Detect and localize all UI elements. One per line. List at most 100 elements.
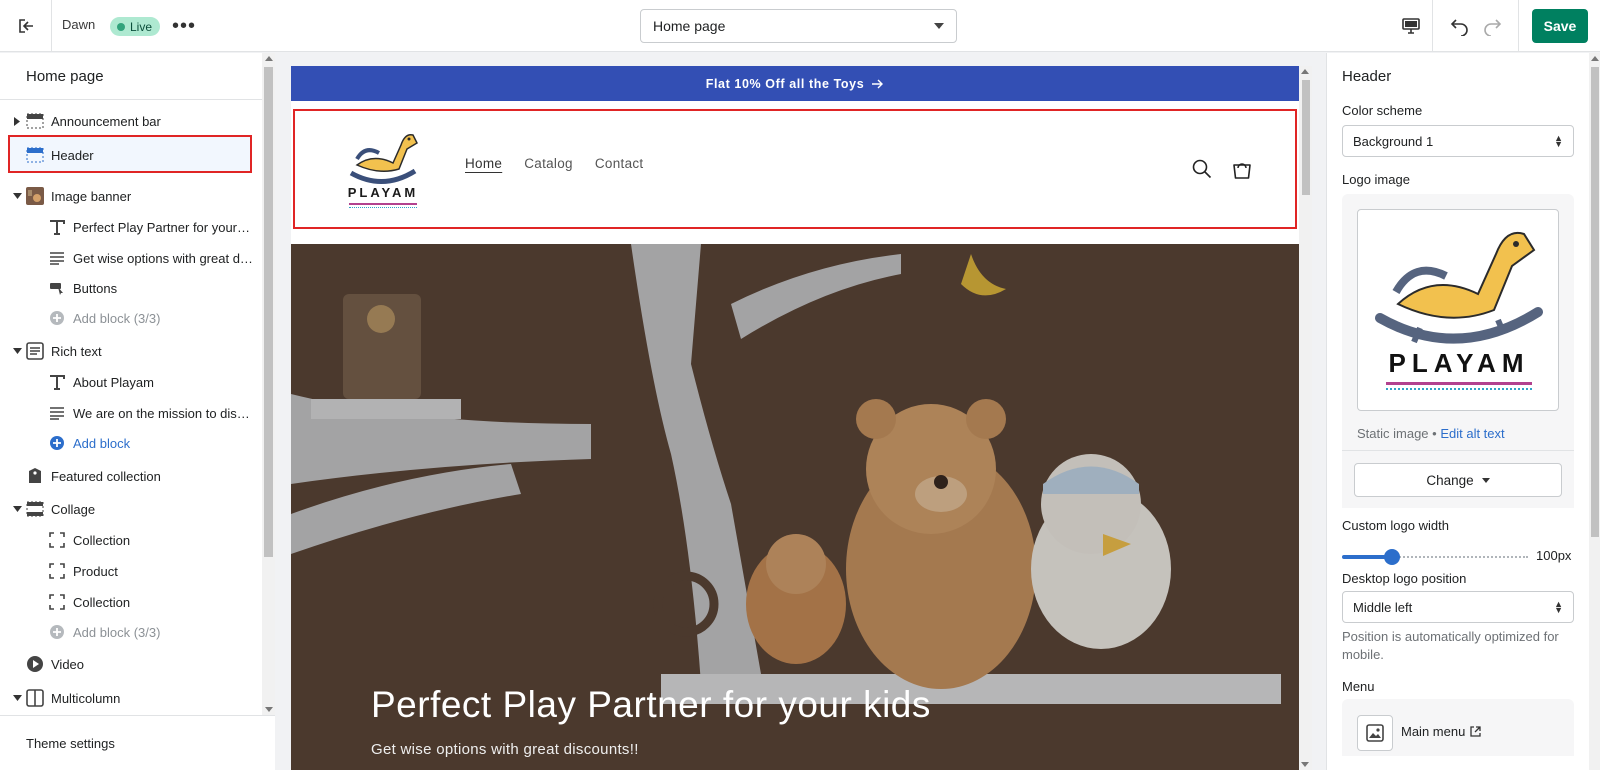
arrow-right-icon	[872, 79, 884, 88]
section-collage[interactable]: Collage	[0, 494, 262, 524]
chevron-down-icon[interactable]	[12, 693, 22, 703]
scroll-up-icon[interactable]	[1591, 56, 1599, 61]
logo-image-card: PLAYAM Static image • Edit alt text Chan…	[1342, 194, 1574, 508]
scroll-up-icon[interactable]	[265, 56, 273, 61]
store-logo[interactable]: PLAYAM	[343, 123, 423, 211]
block-subheading[interactable]: Get wise options with great di...	[0, 243, 262, 273]
save-button[interactable]: Save	[1532, 9, 1588, 43]
nav-link-home[interactable]: Home	[465, 156, 502, 171]
chevron-down-icon[interactable]	[12, 191, 22, 201]
theme-name: Dawn	[62, 17, 96, 32]
sections-scrollbar[interactable]	[262, 53, 275, 715]
add-block-label: Add block (3/3)	[73, 624, 161, 640]
page-selector-value: Home page	[653, 18, 726, 34]
block-label: Perfect Play Partner for your k...	[73, 219, 253, 235]
search-icon	[1192, 159, 1212, 179]
section-announcement-bar[interactable]: Announcement bar	[0, 106, 262, 136]
section-multicolumn[interactable]: Multicolumn	[0, 683, 262, 713]
play-circle-icon	[26, 655, 44, 673]
block-text[interactable]: We are on the mission to disc...	[0, 398, 262, 428]
scrollbar-thumb[interactable]	[1302, 80, 1310, 195]
logo-width-slider[interactable]	[1342, 549, 1528, 565]
banner-heading: Perfect Play Partner for your kids	[371, 684, 931, 725]
section-image-banner[interactable]: Image banner	[0, 181, 262, 211]
slider-track-rest	[1392, 556, 1528, 558]
logo-wordmark: PLAYAM	[1388, 348, 1530, 378]
chevron-down-icon[interactable]	[12, 346, 22, 356]
cart-icon	[1233, 163, 1251, 179]
theme-settings-link[interactable]: Theme settings	[0, 715, 275, 770]
select-arrows-icon: ▲ ▼	[1554, 599, 1563, 615]
color-scheme-value: Background 1	[1353, 133, 1434, 149]
sections-panel: Home page Announcement bar Header Image …	[0, 53, 275, 770]
desktop-logo-position-select[interactable]: Middle left ▲ ▼	[1342, 591, 1574, 623]
header-section-icon	[26, 146, 44, 164]
settings-scrollbar[interactable]	[1589, 53, 1600, 770]
slider-thumb[interactable]	[1384, 549, 1401, 565]
undo-icon	[1450, 19, 1468, 36]
add-block-button[interactable]: Add block	[0, 428, 262, 458]
collage-icon	[26, 500, 44, 518]
image-banner[interactable]: Perfect Play Partner for your kids Get w…	[291, 244, 1299, 770]
change-label: Change	[1426, 472, 1474, 488]
preview-scrollbar[interactable]	[1299, 66, 1312, 770]
store-header[interactable]: PLAYAM Home Catalog Contact	[291, 101, 1299, 238]
scrollbar-thumb[interactable]	[1591, 67, 1599, 537]
scroll-down-icon[interactable]	[265, 707, 273, 712]
page-selector[interactable]: Home page	[640, 9, 957, 43]
add-block-button[interactable]: Add block (3/3)	[0, 617, 262, 647]
section-label: Multicolumn	[51, 690, 121, 706]
store-cart-button[interactable]	[1231, 158, 1253, 180]
menu-card[interactable]: Main menu	[1342, 699, 1574, 756]
toolbar-divider	[1518, 0, 1519, 52]
change-row: Change	[1342, 450, 1574, 508]
chevron-right-icon[interactable]	[12, 116, 22, 126]
scroll-up-icon[interactable]	[1301, 69, 1309, 74]
change-logo-button[interactable]: Change	[1354, 463, 1562, 497]
block-buttons[interactable]: Buttons	[0, 273, 262, 303]
section-rich-text[interactable]: Rich text	[0, 336, 262, 366]
undo-button[interactable]	[1446, 12, 1474, 40]
main-navigation: Home Catalog Contact	[465, 156, 643, 171]
logo-image-preview[interactable]: PLAYAM	[1357, 209, 1559, 411]
menu-link[interactable]: Main menu	[1401, 724, 1481, 739]
color-scheme-select[interactable]: Background 1 ▲ ▼	[1342, 125, 1574, 157]
external-link-icon	[1470, 726, 1481, 737]
section-featured-collection[interactable]: Featured collection	[0, 461, 262, 491]
exit-button[interactable]	[0, 0, 52, 52]
panel-title: Home page	[26, 68, 104, 85]
settings-title: Header	[1342, 68, 1392, 85]
text-heading-icon	[48, 373, 66, 391]
block-heading[interactable]: Perfect Play Partner for your k...	[0, 212, 262, 242]
block-heading[interactable]: About Playam	[0, 367, 262, 397]
static-image-text: Static image •	[1357, 426, 1437, 441]
redo-button[interactable]	[1478, 12, 1506, 40]
block-collection[interactable]: Collection	[0, 525, 262, 555]
scrollbar-thumb[interactable]	[264, 67, 273, 557]
block-product[interactable]: Product	[0, 556, 262, 586]
scroll-down-icon[interactable]	[1301, 762, 1309, 767]
add-block-button[interactable]: Add block (3/3)	[0, 303, 262, 333]
nav-link-catalog[interactable]: Catalog	[524, 156, 573, 171]
collection-tag-icon	[26, 467, 44, 485]
section-video[interactable]: Video	[0, 649, 262, 679]
block-label: Buttons	[73, 280, 118, 296]
color-scheme-label: Color scheme	[1342, 103, 1423, 118]
nav-link-contact[interactable]: Contact	[595, 156, 644, 171]
custom-logo-width-label: Custom logo width	[1342, 518, 1449, 533]
menu-value: Main menu	[1401, 724, 1466, 739]
desktop-preview-button[interactable]	[1396, 12, 1426, 40]
logo-image-label: Logo image	[1342, 172, 1410, 187]
block-collection[interactable]: Collection	[0, 587, 262, 617]
add-circle-icon	[48, 623, 66, 641]
selected-section-outline	[293, 109, 1297, 229]
chevron-down-icon[interactable]	[12, 504, 22, 514]
section-label: Collage	[51, 501, 96, 517]
edit-alt-text-link[interactable]: Edit alt text	[1440, 426, 1504, 441]
announcement-bar[interactable]: Flat 10% Off all the Toys	[291, 66, 1299, 101]
store-search-button[interactable]	[1191, 158, 1213, 180]
section-header[interactable]: Header	[0, 140, 262, 170]
more-actions-button[interactable]: •••	[170, 14, 198, 38]
dashed-box-icon	[48, 562, 66, 580]
top-bar: Dawn Live ••• Home page Save	[0, 0, 1600, 52]
